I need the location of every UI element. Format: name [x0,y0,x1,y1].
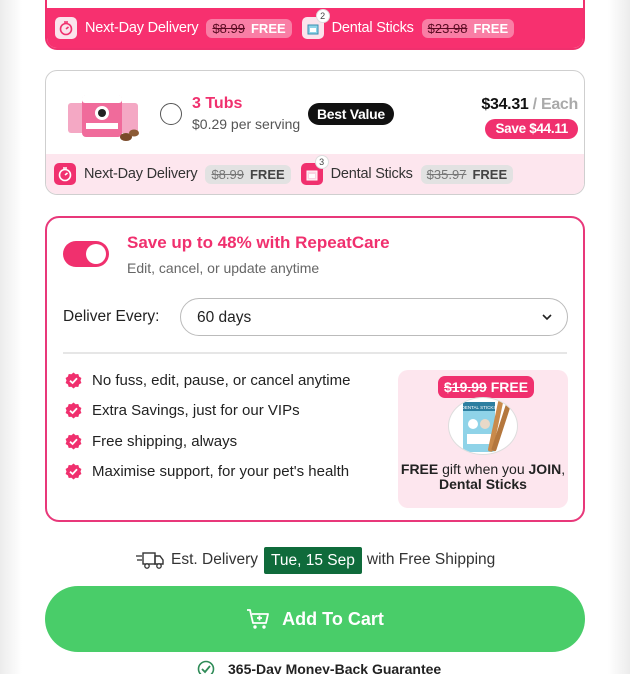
gift-product-label: DENTAL STICKS [462,405,497,410]
best-value-badge: Best Value [308,103,394,125]
perk-label: Dental Sticks [330,166,413,182]
benefit-item: Maximise support, for your pet's health [65,463,349,480]
gift-caption-free: FREE [400,461,439,477]
gift-box-icon: 3 [300,155,329,185]
benefit-text: No fuss, edit, pause, or cancel anytime [92,372,351,389]
perk-price-pill: $23.98 FREE [421,18,515,38]
product-tubs-image [66,89,141,144]
perk-price-pill: $35.97 FREE [420,164,514,184]
shield-check-icon [197,660,215,674]
bundle-price: $34.31 / Each [481,96,578,114]
price-value: $34.31 [481,96,529,113]
gift-caption-join: JOIN [528,461,562,477]
price-suffix: / Each [528,96,579,113]
perk-next-day-delivery: Next-Day Delivery $8.99 FREE [55,8,292,48]
benefit-text: Extra Savings, just for our VIPs [92,402,300,419]
stopwatch-icon [54,163,76,185]
stopwatch-icon [55,17,77,39]
add-to-cart-label: Add To Cart [282,608,384,629]
deliver-every-label: Deliver Every: [63,308,160,325]
perk-label: Next-Day Delivery [84,166,198,182]
delivery-truck-icon [136,552,164,569]
benefit-text: Maximise support, for your pet's health [92,463,350,480]
chevron-down-icon [542,314,552,321]
toggle-knob [86,244,106,264]
guarantee-label: 365-Day Money-Back Guarantee [228,661,442,674]
benefit-item: Extra Savings, just for our VIPs [65,402,300,419]
perk-price-pill: $8.99 FREE [205,164,291,184]
delivery-date-badge: Tue, 15 Sep [264,546,362,574]
perk-old-price: $23.98 [427,20,468,36]
free-gift-card: $19.99 FREE DENTAL STICKS FREE gift when… [398,370,568,508]
perk-label: Next-Day Delivery [85,20,199,36]
savings-badge: Save $44.11 [485,119,578,139]
bundle-option-selected[interactable]: Next-Day Delivery $8.99 FREE 2 Dental St… [45,0,585,50]
gift-old-price: $19.99 [444,379,487,395]
perk-free-label: FREE [472,166,508,182]
repeatcare-panel: Save up to 48% with RepeatCare Edit, can… [45,216,585,522]
perk-old-price: $8.99 [212,20,245,36]
perk-free-label: FREE [249,166,285,182]
check-badge-icon [65,433,82,450]
benefit-item: No fuss, edit, pause, or cancel anytime [65,372,350,389]
perk-price-pill: $8.99 FREE [206,18,292,38]
perk-old-price: $8.99 [211,166,244,182]
estimated-delivery: Est. Delivery Tue, 15 Sep with Free Ship… [136,546,495,574]
gift-free-label: FREE [490,379,529,395]
repeatcare-toggle[interactable] [63,241,109,267]
perk-label: Dental Sticks [331,20,414,36]
delivery-prefix: Est. Delivery [171,551,258,568]
dental-sticks-image: DENTAL STICKS [448,397,518,455]
perk-old-price: $35.97 [426,166,467,182]
check-badge-icon [65,463,82,480]
gift-caption-item: Dental Sticks [439,476,527,492]
perk-bar: Next-Day Delivery $8.99 FREE 2 Dental St… [47,8,583,48]
cart-plus-icon [247,609,270,629]
delivery-suffix: with Free Shipping [366,551,496,568]
add-to-cart-button[interactable]: Add To Cart [45,586,585,652]
quantity-badge: 2 [315,9,330,23]
perk-next-day-delivery: Next-Day Delivery $8.99 FREE [54,154,291,194]
gift-price-badge: $19.99 FREE [438,376,535,398]
deliver-frequency-select[interactable]: 60 days [180,298,568,336]
check-badge-icon [65,372,82,389]
money-back-guarantee: 365-Day Money-Back Guarantee [196,660,441,674]
benefit-item: Free shipping, always [65,433,237,450]
gift-caption-text: gift when you [438,461,529,477]
bundle-serving-price: $0.29 per serving [192,116,301,132]
gift-caption: FREE gift when you JOIN, Dental Sticks [398,462,568,492]
bundle-option-3-tubs[interactable]: 3 Tubs $0.29 per serving Best Value $34.… [45,70,585,195]
check-badge-icon [65,402,82,419]
divider [63,352,567,354]
gift-caption-comma: , [561,461,566,477]
repeatcare-subtitle: Edit, cancel, or update anytime [127,260,320,276]
bundle-title: 3 Tubs [192,95,243,112]
perk-bar: Next-Day Delivery $8.99 FREE 3 Dental St… [46,154,584,194]
bundle-radio[interactable] [160,103,182,125]
benefit-text: Free shipping, always [92,433,238,450]
quantity-badge: 3 [314,155,329,169]
gift-box-icon: 2 [301,9,330,39]
perk-free-label: FREE [473,20,509,36]
perk-dental-sticks: 3 Dental Sticks $35.97 FREE [300,154,514,194]
page-edge-left [0,0,22,674]
repeatcare-title: Save up to 48% with RepeatCare [127,233,390,252]
page-edge-right [608,0,630,674]
perk-free-label: FREE [250,20,286,36]
perk-dental-sticks: 2 Dental Sticks $23.98 FREE [301,8,515,48]
deliver-frequency-value: 60 days [197,309,252,326]
